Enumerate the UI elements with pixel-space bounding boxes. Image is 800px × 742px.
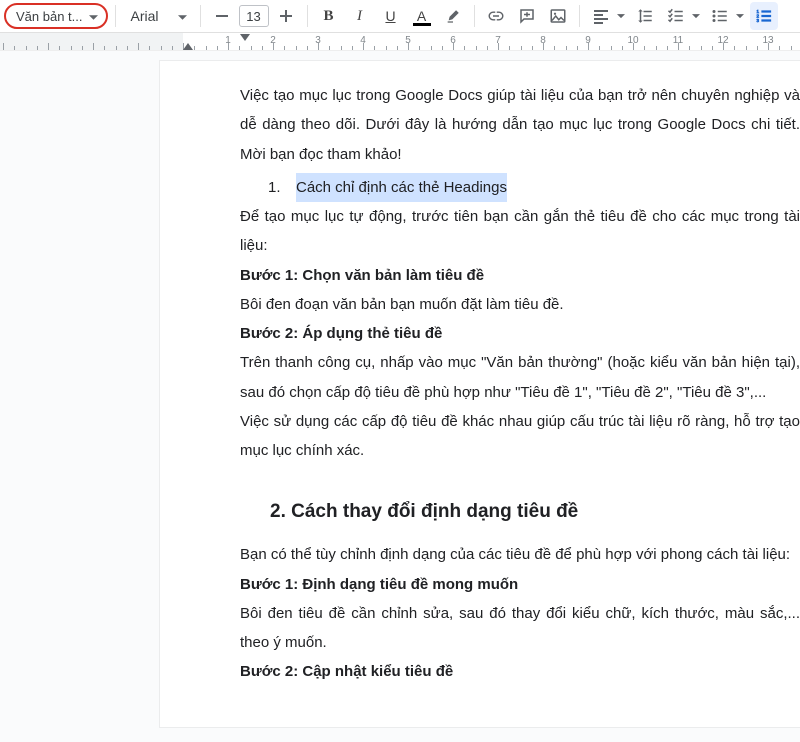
paragraph[interactable]: Để tạo mục lục tự động, trước tiên bạn c… [240, 202, 800, 261]
bullet-list-icon [711, 7, 729, 25]
chevron-down-icon [178, 8, 187, 24]
bulleted-list-dropdown[interactable] [733, 2, 747, 30]
left-indent-marker[interactable] [183, 43, 193, 50]
bold-paragraph[interactable]: Bước 2: Cập nhật kiểu tiêu đề [240, 657, 800, 686]
checklist-button[interactable] [662, 2, 690, 30]
font-family-dropdown[interactable]: Arial [123, 3, 193, 29]
svg-text:3: 3 [756, 18, 759, 23]
bold-icon: B [323, 8, 333, 25]
paragraph[interactable]: Bôi đen tiêu đề cần chỉnh sửa, sau đó th… [240, 599, 800, 658]
text-color-swatch [413, 23, 431, 26]
bulleted-list-button[interactable] [706, 2, 734, 30]
text-color-icon: A [417, 8, 426, 24]
line-spacing-icon [636, 7, 654, 25]
list-number: 1. [268, 173, 286, 202]
italic-button[interactable]: I [346, 2, 374, 30]
font-family-label: Arial [131, 8, 159, 24]
bold-paragraph[interactable]: Bước 2: Áp dụng thẻ tiêu đề [240, 319, 800, 348]
paragraph-style-dropdown[interactable]: Văn bản t... [4, 3, 108, 29]
ordered-list-item[interactable]: 1. Cách chỉ định các thẻ Headings [240, 173, 800, 202]
document-viewport: Việc tạo mục lục trong Google Docs giúp … [0, 51, 800, 742]
toolbar-separator [579, 5, 580, 27]
increase-font-size-button[interactable] [272, 2, 300, 30]
font-size-value: 13 [246, 9, 260, 24]
decrease-font-size-button[interactable] [208, 2, 236, 30]
document-body[interactable]: Việc tạo mục lục trong Google Docs giúp … [240, 81, 800, 687]
highlight-color-button[interactable] [439, 2, 467, 30]
link-icon [487, 7, 505, 25]
bold-paragraph[interactable]: Bước 1: Chọn văn bản làm tiêu đề [240, 261, 800, 290]
paragraph[interactable]: Trên thanh công cụ, nhấp vào mục "Văn bả… [240, 348, 800, 407]
paragraph[interactable]: Bạn có thể tùy chỉnh định dạng của các t… [240, 540, 800, 569]
italic-icon: I [357, 8, 362, 25]
toolbar-separator [200, 5, 201, 27]
bold-button[interactable]: B [315, 2, 343, 30]
paragraph[interactable]: Việc tạo mục lục trong Google Docs giúp … [240, 81, 800, 169]
paragraph[interactable]: Việc sử dụng các cấp độ tiêu đề khác nha… [240, 407, 800, 466]
underline-button[interactable]: U [377, 2, 405, 30]
heading-2[interactable]: 2. Cách thay đổi định dạng tiêu đề [270, 493, 800, 530]
horizontal-ruler[interactable]: 12345678910111213 [0, 33, 800, 51]
bold-paragraph[interactable]: Bước 1: Định dạng tiêu đề mong muốn [240, 570, 800, 599]
selected-text[interactable]: Cách chỉ định các thẻ Headings [296, 173, 507, 202]
align-left-icon [593, 8, 609, 24]
paragraph[interactable]: Bôi đen đoạn văn bản bạn muốn đặt làm ti… [240, 290, 800, 319]
paragraph-style-label: Văn bản t... [16, 9, 83, 24]
ruler-ticks: 12345678910111213 [0, 33, 800, 50]
add-comment-button[interactable] [513, 2, 541, 30]
text-color-button[interactable]: A [408, 2, 436, 30]
align-button[interactable] [587, 2, 615, 30]
underline-icon: U [385, 8, 395, 24]
insert-image-button[interactable] [544, 2, 572, 30]
align-dropdown[interactable] [614, 2, 628, 30]
image-icon [549, 7, 567, 25]
toolbar-separator [115, 5, 116, 27]
insert-link-button[interactable] [482, 2, 510, 30]
comment-plus-icon [518, 7, 536, 25]
checklist-icon [667, 7, 685, 25]
toolbar-separator [307, 5, 308, 27]
line-spacing-button[interactable] [631, 2, 659, 30]
toolbar: Văn bản t... Arial 13 B I U A [0, 0, 800, 33]
numbered-list-icon: 1 2 3 [755, 7, 773, 25]
document-page[interactable]: Việc tạo mục lục trong Google Docs giúp … [160, 61, 800, 727]
highlighter-icon [445, 8, 461, 24]
first-line-indent-marker[interactable] [240, 34, 250, 41]
chevron-down-icon [89, 9, 98, 24]
toolbar-separator [474, 5, 475, 27]
font-size-input[interactable]: 13 [239, 5, 269, 27]
numbered-list-button[interactable]: 1 2 3 [750, 2, 778, 30]
checklist-dropdown[interactable] [689, 2, 703, 30]
